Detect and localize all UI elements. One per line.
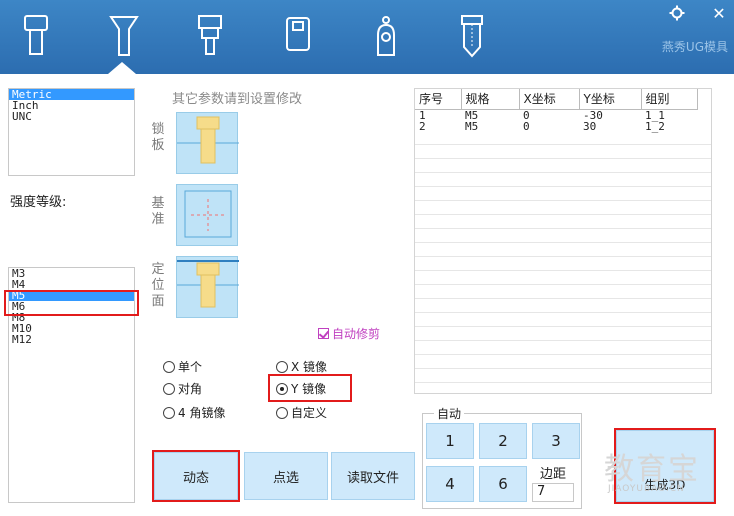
size-option[interactable]: M6 xyxy=(9,301,134,312)
col-header-y[interactable]: Y坐标 xyxy=(579,89,642,110)
locating-face-label: 定位面 xyxy=(151,262,165,309)
generate-3d-label: 生成3D xyxy=(644,478,686,492)
radio-icon xyxy=(163,360,175,373)
datum-label: 基准 xyxy=(151,196,165,227)
cell: M5 xyxy=(465,119,479,133)
radio-single-label: 单个 xyxy=(178,360,203,374)
radio-single[interactable]: 单个 xyxy=(163,358,202,375)
table-row[interactable]: 1 M5 0 -30 1_1 xyxy=(415,109,697,121)
radio-icon xyxy=(276,360,288,373)
units-listbox[interactable]: Metric Inch UNC xyxy=(8,88,135,176)
table-gridlines xyxy=(415,131,711,393)
col-header-spec[interactable]: 规格 xyxy=(461,89,520,110)
shoulder-screw-icon xyxy=(198,15,222,55)
hole-table[interactable]: 序号 规格 X坐标 Y坐标 组别 1 M5 0 -30 1_1 2 M5 0 3… xyxy=(414,88,712,394)
radio-y-mirror[interactable]: Y 镜像 xyxy=(276,380,326,397)
radio-icon xyxy=(276,406,288,419)
pick-button[interactable]: 点选 xyxy=(244,452,328,500)
radio-custom[interactable]: 自定义 xyxy=(276,404,327,421)
size-listbox[interactable]: M3 M4 M5 M6 M8 M10 M12 xyxy=(8,267,135,503)
unit-option-unc[interactable]: UNC xyxy=(9,111,134,122)
col-header-index[interactable]: 序号 xyxy=(415,89,462,110)
cell: 2 xyxy=(419,119,426,133)
cell: 1_1 xyxy=(645,108,665,122)
pin-icon xyxy=(461,15,483,58)
radio-y-mirror-label: Y 镜像 xyxy=(291,382,327,396)
countersunk-screw-icon xyxy=(109,16,139,56)
settings-hint: 其它参数请到设置修改 xyxy=(172,92,303,107)
table-row[interactable]: 2 M5 0 30 1_2 xyxy=(415,121,697,132)
margin-label: 边距 xyxy=(540,467,567,482)
close-button[interactable]: ✕ xyxy=(706,2,732,24)
margin-input[interactable]: 7 xyxy=(532,483,574,502)
auto-trim-label: 自动修剪 xyxy=(332,327,381,341)
lock-plate-diagram xyxy=(177,116,239,164)
tool-shoulder-screw[interactable] xyxy=(188,10,232,62)
read-file-button[interactable]: 读取文件 xyxy=(331,452,415,500)
strength-label: 强度等级: xyxy=(10,195,67,210)
col-header-group[interactable]: 组别 xyxy=(641,89,698,110)
radio-x-mirror[interactable]: X 镜像 xyxy=(276,358,327,375)
gear-icon xyxy=(669,5,685,21)
dynamic-button[interactable]: 动态 xyxy=(154,452,238,500)
auto-key-3[interactable]: 3 xyxy=(532,423,580,459)
plate-icon xyxy=(286,17,310,51)
settings-button[interactable] xyxy=(664,2,690,24)
size-option-selected[interactable]: M5 xyxy=(9,290,134,301)
auto-key-1[interactable]: 1 xyxy=(426,423,474,459)
cell: M5 xyxy=(465,108,479,122)
tool-countersunk-screw[interactable] xyxy=(102,10,146,62)
tool-eyebolt[interactable] xyxy=(364,10,408,62)
toolbar: ✕ 燕秀UG模具 xyxy=(0,0,734,74)
auto-key-6[interactable]: 6 xyxy=(479,466,527,502)
generate-3d-button[interactable]: 生成3D xyxy=(616,430,714,502)
datum-diagram xyxy=(184,190,232,238)
lock-plate-label: 锁板 xyxy=(151,122,165,153)
cell: 0 xyxy=(523,119,530,133)
cell: -30 xyxy=(583,108,603,122)
radio-four-corner-label: 4 角镜像 xyxy=(178,406,226,420)
close-icon: ✕ xyxy=(712,3,726,23)
cell: 1 xyxy=(419,108,426,122)
auto-key-2[interactable]: 2 xyxy=(479,423,527,459)
tool-plate[interactable] xyxy=(276,10,320,62)
col-header-x[interactable]: X坐标 xyxy=(519,89,580,110)
lock-plate-preview[interactable] xyxy=(176,112,239,174)
auto-group-title: 自动 xyxy=(434,405,465,422)
radio-selected-icon xyxy=(276,382,288,395)
active-tool-indicator xyxy=(108,62,136,74)
tool-socket-screw[interactable] xyxy=(14,10,58,62)
radio-x-mirror-label: X 镜像 xyxy=(291,360,328,374)
socket-screw-icon xyxy=(24,15,48,55)
radio-diagonal-label: 对角 xyxy=(178,382,203,396)
tool-pin[interactable] xyxy=(450,10,494,62)
locating-face-diagram xyxy=(177,260,239,308)
radio-icon xyxy=(163,406,175,419)
radio-custom-label: 自定义 xyxy=(291,406,328,420)
radio-icon xyxy=(163,382,175,395)
radio-four-corner[interactable]: 4 角镜像 xyxy=(163,404,225,421)
cell: 0 xyxy=(523,108,530,122)
radio-diagonal[interactable]: 对角 xyxy=(163,380,202,397)
checkbox-checked-icon xyxy=(318,328,329,339)
eyebolt-icon xyxy=(377,16,395,56)
locating-face-preview[interactable] xyxy=(176,256,239,318)
size-option[interactable]: M4 xyxy=(9,279,134,290)
cell: 30 xyxy=(583,119,597,133)
auto-trim-checkbox[interactable]: 自动修剪 xyxy=(318,325,380,342)
size-option[interactable]: M12 xyxy=(9,334,134,345)
datum-preview[interactable] xyxy=(176,184,238,246)
cell: 1_2 xyxy=(645,119,665,133)
size-option[interactable]: M3 xyxy=(9,268,134,279)
brand-label: 燕秀UG模具 xyxy=(661,40,728,54)
auto-key-4[interactable]: 4 xyxy=(426,466,474,502)
